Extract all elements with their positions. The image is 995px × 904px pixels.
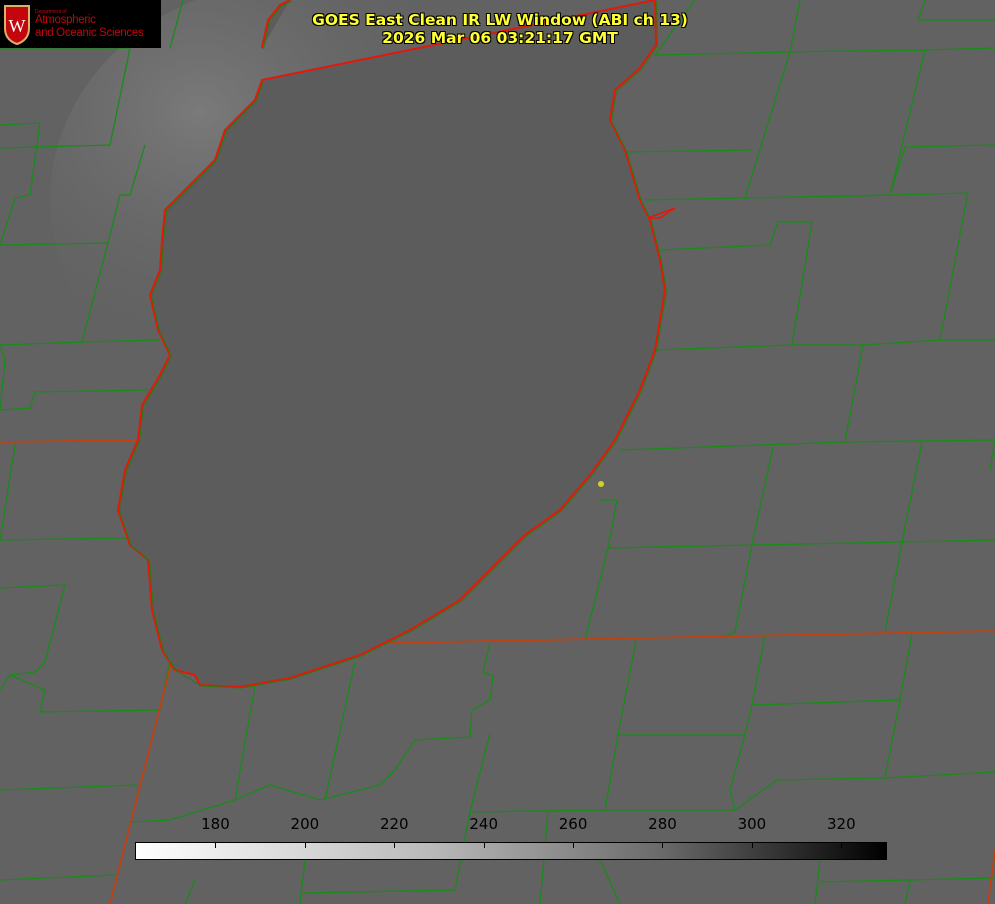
colorbar-tick-mark <box>215 843 217 848</box>
satellite-map <box>0 0 995 904</box>
colorbar-tick-mark <box>662 843 664 848</box>
location-marker <box>598 481 604 487</box>
colorbar-tick-label: 200 <box>290 815 320 833</box>
logo-line2: and Oceanic Sciences <box>35 27 144 39</box>
colorbar-tick-mark <box>573 843 575 848</box>
satellite-image-view: W Department of Atmospheric and Oceanic … <box>0 0 995 904</box>
colorbar-tick-mark <box>483 843 485 848</box>
colorbar-tick-mark <box>841 843 843 848</box>
image-title: GOES East Clean IR LW Window (ABI ch 13) <box>312 11 688 29</box>
colorbar-tick-mark <box>304 843 306 848</box>
colorbar-tick-label: 320 <box>826 815 856 833</box>
colorbar-tick-mark <box>394 843 396 848</box>
colorbar-tick-label: 260 <box>558 815 588 833</box>
aos-logo: W Department of Atmospheric and Oceanic … <box>0 0 161 48</box>
colorbar-tick-mark <box>751 843 753 848</box>
image-timestamp: 2026 Mar 06 03:21:17 GMT <box>382 29 618 47</box>
colorbar-tick-label: 180 <box>201 815 230 833</box>
colorbar-tick-label: 280 <box>648 815 677 833</box>
colorbar-tick-label: 240 <box>469 815 498 833</box>
uw-crest-icon: W <box>4 5 30 46</box>
svg-text:W: W <box>9 16 26 36</box>
logo-line1: Atmospheric <box>35 14 96 26</box>
colorbar-tick-label: 300 <box>737 815 767 833</box>
temperature-colorbar <box>135 842 887 860</box>
colorbar-tick-label: 220 <box>379 815 409 833</box>
